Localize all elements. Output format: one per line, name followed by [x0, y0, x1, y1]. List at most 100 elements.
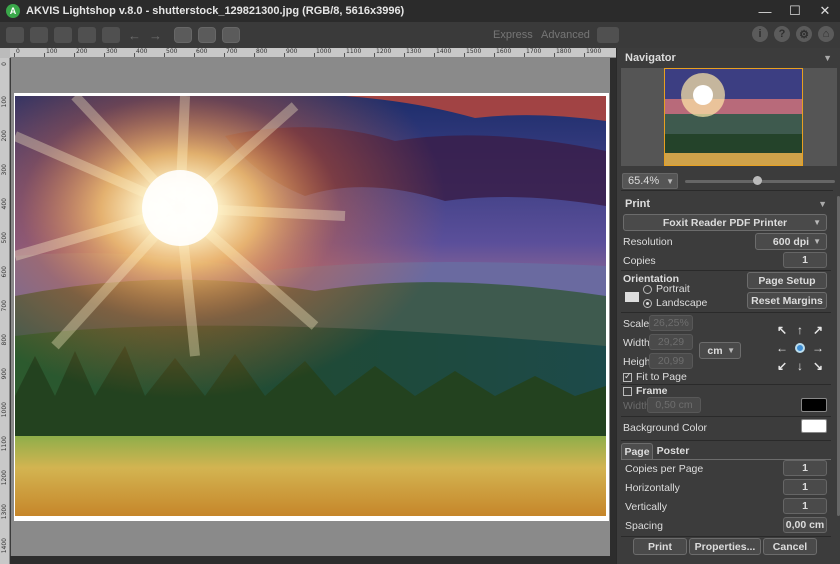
ruler-left-label: 300: [1, 164, 8, 176]
ruler-tick: [164, 53, 165, 57]
frame-width-field[interactable]: 0,50 cm: [647, 397, 701, 413]
info-icon[interactable]: i: [752, 26, 768, 42]
ruler-left-label: 1400: [1, 538, 8, 554]
ruler-tick: [314, 53, 315, 57]
ruler-top-label: 300: [106, 48, 118, 55]
ruler-tick: [464, 53, 465, 57]
ruler-tick: [254, 53, 255, 57]
vertically-field[interactable]: 1: [783, 498, 827, 514]
navigator-preview[interactable]: [621, 68, 837, 166]
ruler-tick: [404, 53, 405, 57]
redo-icon[interactable]: →: [149, 28, 162, 43]
ruler-top-label: 900: [286, 48, 298, 55]
gear-icon[interactable]: ⚙: [796, 26, 812, 42]
copies-per-page-field[interactable]: 1: [783, 460, 827, 476]
arrow-down-left-icon[interactable]: ↙: [776, 359, 788, 373]
unit-select[interactable]: cm ▼: [699, 342, 741, 359]
share-icon[interactable]: [222, 27, 240, 43]
ruler-left-label: 1300: [1, 504, 8, 520]
zoom-value: 65.4%: [628, 175, 660, 187]
ruler-tick: [74, 53, 75, 57]
open-file-icon[interactable]: [30, 27, 48, 43]
navigator-header[interactable]: Navigator ▼: [617, 48, 840, 68]
ruler-left-label: 600: [1, 266, 8, 278]
print-button[interactable]: Print: [633, 538, 687, 555]
ruler-top-label: 800: [256, 48, 268, 55]
tab-page[interactable]: Page: [621, 443, 653, 459]
portrait-radio[interactable]: [643, 285, 652, 294]
arrow-down-right-icon[interactable]: ↘: [812, 359, 824, 373]
maximize-button[interactable]: ☐: [780, 0, 810, 22]
spacing-label: Spacing: [625, 520, 663, 532]
ruler-top-label: 1200: [376, 48, 392, 55]
tab-poster[interactable]: Poster: [655, 443, 691, 459]
window-controls: — ☐ ✕: [750, 0, 840, 22]
ruler-top-label: 1500: [466, 48, 482, 55]
copies-field[interactable]: 1: [783, 252, 827, 268]
reset-margins-button[interactable]: Reset Margins: [747, 292, 827, 309]
unit-value: cm: [707, 344, 723, 357]
fit-to-page-checkbox[interactable]: [623, 371, 632, 382]
cancel-button[interactable]: Cancel: [763, 538, 817, 555]
width-field[interactable]: 29,29: [649, 334, 693, 350]
ruler-tick: [584, 53, 585, 57]
ruler-left-label: 1100: [1, 436, 8, 452]
horizontally-field[interactable]: 1: [783, 479, 827, 495]
navigator-title: Navigator: [625, 52, 676, 64]
ruler-top-label: 1700: [526, 48, 542, 55]
background-color-swatch[interactable]: [801, 419, 827, 433]
height-field[interactable]: 20,99: [649, 353, 693, 369]
ruler-top-label: 600: [196, 48, 208, 55]
preview-image: [15, 96, 606, 516]
properties-button[interactable]: Properties...: [689, 538, 761, 555]
spacing-field[interactable]: 0,00 cm: [783, 517, 827, 533]
chevron-down-icon: ▼: [666, 176, 674, 186]
scale-field[interactable]: 26,25%: [649, 315, 693, 331]
print-title: Print: [625, 198, 651, 210]
run-icon[interactable]: [174, 27, 192, 43]
arrow-right-icon[interactable]: →: [812, 341, 824, 355]
resolution-select[interactable]: 600 dpi ▼: [755, 233, 827, 250]
collapse-icon[interactable]: ▼: [818, 199, 827, 209]
collapse-icon[interactable]: ▼: [823, 53, 832, 63]
arrow-up-right-icon[interactable]: ↗: [812, 323, 824, 337]
print-section: Print ▼ Foxit Reader PDF Printer ▼ Resol…: [617, 194, 835, 564]
frame-color-swatch[interactable]: [801, 398, 827, 412]
ruler-corner: [0, 48, 10, 58]
printer-select[interactable]: Foxit Reader PDF Printer ▼: [623, 214, 827, 231]
print-header[interactable]: Print ▼: [617, 194, 835, 214]
center-position-icon[interactable]: [795, 343, 805, 353]
chevron-down-icon: ▼: [813, 218, 821, 227]
ruler-tick: [494, 53, 495, 57]
arrow-down-icon[interactable]: ↓: [794, 359, 806, 373]
zoom-dropdown[interactable]: 65.4% ▼: [622, 173, 678, 189]
save-icon[interactable]: [54, 27, 72, 43]
horizontal-scrollbar[interactable]: [10, 556, 610, 564]
open-image-icon[interactable]: [6, 27, 24, 43]
arrow-up-icon[interactable]: ↑: [794, 323, 806, 337]
arrow-up-left-icon[interactable]: ↖: [776, 323, 788, 337]
ruler-tick: [14, 53, 15, 57]
close-button[interactable]: ✕: [810, 0, 840, 22]
ruler-top-label: 1400: [436, 48, 452, 55]
arrow-left-icon[interactable]: ←: [776, 341, 788, 355]
apply-icon[interactable]: [198, 27, 216, 43]
zoom-slider-knob[interactable]: [753, 176, 762, 185]
help-icon[interactable]: ?: [774, 26, 790, 42]
navigator-thumbnail[interactable]: [664, 68, 803, 166]
panel-layout-icon[interactable]: [597, 27, 619, 43]
ruler-top-label: 500: [166, 48, 178, 55]
minimize-button[interactable]: —: [750, 0, 780, 22]
tab-advanced[interactable]: Advanced: [541, 29, 590, 41]
tab-express[interactable]: Express: [493, 29, 533, 41]
save-as-icon[interactable]: [78, 27, 96, 43]
landscape-radio[interactable]: [643, 299, 652, 308]
ruler-top-label: 700: [226, 48, 238, 55]
home-icon[interactable]: ⌂: [818, 26, 834, 42]
ruler-tick: [434, 53, 435, 57]
frame-checkbox[interactable]: [623, 387, 632, 396]
right-panel: Navigator ▼ 65.4% ▼ Print ▼ Foxit Reader…: [616, 48, 840, 564]
undo-icon[interactable]: ←: [128, 28, 141, 43]
print-icon[interactable]: [102, 27, 120, 43]
page-setup-button[interactable]: Page Setup: [747, 272, 827, 289]
